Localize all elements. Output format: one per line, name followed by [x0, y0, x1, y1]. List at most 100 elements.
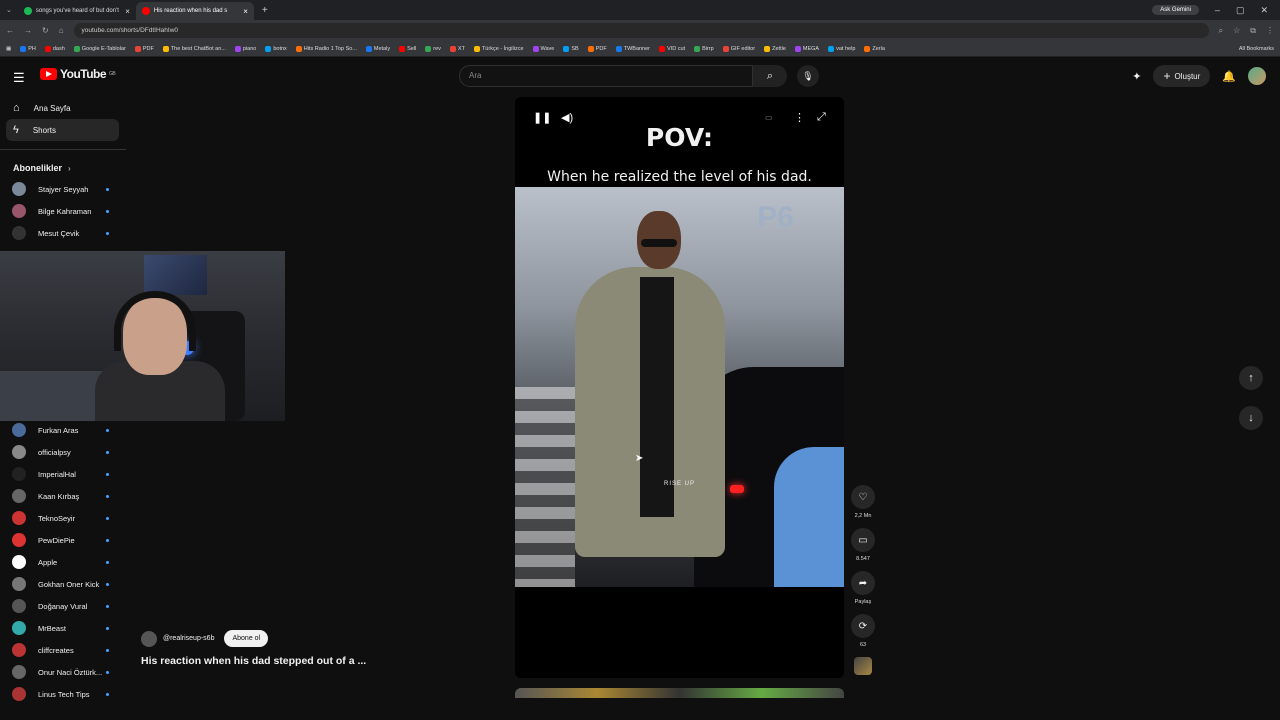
voice-search-button[interactable]: 🎙: [797, 65, 819, 87]
bookmark-item[interactable]: TWBanner: [615, 45, 650, 52]
forward-icon[interactable]: →: [24, 26, 32, 35]
subscription-item[interactable]: PewDiePie: [0, 529, 126, 551]
star-icon[interactable]: ☆: [1233, 26, 1240, 35]
bookmark-item[interactable]: PDF: [587, 45, 607, 52]
bookmark-item[interactable]: botnx: [265, 45, 287, 52]
bookmark-item[interactable]: Metaly: [365, 45, 391, 52]
subscription-item[interactable]: Kaan Kırbaş: [0, 485, 126, 507]
new-content-dot: [106, 560, 109, 564]
close-icon[interactable]: ×: [125, 7, 130, 16]
subscription-item[interactable]: Onur Naci Öztürk...: [0, 661, 126, 683]
cast-icon[interactable]: ✦: [1132, 70, 1141, 83]
create-button[interactable]: + Oluştur: [1153, 65, 1211, 87]
bookmark-item[interactable]: SB: [563, 45, 579, 52]
search-input[interactable]: Ara: [459, 65, 753, 87]
zoom-icon[interactable]: ⌕: [1219, 26, 1223, 36]
bookmark-item[interactable]: VID cut: [659, 45, 685, 52]
bookmark-favicon-icon: [722, 45, 729, 52]
bookmark-favicon-icon: [234, 45, 241, 52]
next-short-preview[interactable]: [515, 688, 844, 698]
all-bookmarks-button[interactable]: All Bookmarks: [1239, 46, 1274, 52]
bookmark-item[interactable]: Sell: [399, 45, 416, 52]
extensions-icon[interactable]: ⧉: [1250, 26, 1256, 36]
shorts-player[interactable]: ❚❚ ◀) ▭ ⋮ ⤢ POV: When he realized the le…: [515, 97, 844, 678]
subscription-item[interactable]: Bilge Kahraman: [0, 200, 126, 222]
previous-short-button[interactable]: ↑: [1239, 366, 1263, 390]
youtube-play-icon: [40, 68, 57, 80]
tab-search-icon[interactable]: ⌄: [0, 6, 18, 14]
close-window-icon[interactable]: ✕: [1260, 5, 1268, 16]
subscription-item[interactable]: Linus Tech Tips: [0, 683, 126, 705]
subscription-item[interactable]: Doğanay Vural: [0, 595, 126, 617]
subscribe-button[interactable]: Abone ol: [224, 630, 269, 647]
apps-icon[interactable]: ▦: [6, 46, 11, 52]
bookmark-item[interactable]: Birrp: [694, 45, 714, 52]
tab-songs[interactable]: songs you've heard of but don't ×: [18, 2, 136, 20]
subscriptions-header[interactable]: Abonelikler ›: [0, 158, 126, 178]
remix-button[interactable]: ⟳: [851, 614, 875, 638]
new-tab-button[interactable]: +: [254, 5, 276, 16]
youtube-icon: [141, 7, 150, 15]
maximize-icon[interactable]: ▢: [1236, 5, 1245, 16]
tab-youtube-short[interactable]: His reaction when his dad s ×: [135, 2, 254, 20]
home-icon[interactable]: ⌂: [59, 26, 64, 35]
subscription-item[interactable]: TeknoSeyir: [0, 507, 126, 529]
ask-gemini-button[interactable]: Ask Gemini: [1152, 5, 1199, 15]
share-icon: ➦: [858, 577, 868, 589]
bookmark-item[interactable]: Wave: [532, 45, 554, 52]
bookmark-item[interactable]: Hits Radio 1 Top So...: [295, 45, 357, 52]
bookmark-item[interactable]: Google E-Tablolar: [73, 45, 126, 52]
subscription-item[interactable]: MrBeast: [0, 617, 126, 639]
youtube-logo[interactable]: YouTube GB: [40, 67, 116, 81]
menu-kebab-icon[interactable]: ⋮: [1266, 26, 1274, 35]
bookmark-item[interactable]: rev: [425, 45, 441, 52]
sidebar-item-shorts[interactable]: ϟ Shorts: [6, 119, 119, 141]
subscription-item[interactable]: Mesut Çevik: [0, 222, 126, 244]
short-title[interactable]: His reaction when his dad stepped out of…: [141, 655, 366, 667]
channel-avatar: [12, 599, 26, 613]
bookmark-label: Metaly: [373, 45, 391, 52]
bookmark-item[interactable]: PDF: [134, 45, 154, 52]
bell-icon[interactable]: 🔔: [1222, 70, 1236, 83]
captions-icon[interactable]: ▭: [765, 113, 773, 122]
sidebar-item-home[interactable]: ⌂ Ana Sayfa: [0, 97, 119, 119]
subscription-item[interactable]: Gokhan Oner Kick: [0, 573, 126, 595]
chevron-right-icon: ›: [68, 163, 71, 173]
menu-icon[interactable]: ☰: [13, 70, 25, 86]
bookmark-item[interactable]: GIF editor: [722, 45, 755, 52]
bookmark-favicon-icon: [73, 45, 80, 52]
account-avatar[interactable]: [1248, 67, 1266, 85]
subscription-item[interactable]: officialpsy: [0, 441, 126, 463]
bookmark-favicon-icon: [20, 45, 27, 52]
subscription-item[interactable]: Apple: [0, 551, 126, 573]
subscription-item[interactable]: Stajyer Seyyah: [0, 178, 126, 200]
minimize-icon[interactable]: –: [1215, 5, 1220, 15]
comments-button[interactable]: ▭: [851, 528, 875, 552]
bookmark-item[interactable]: vat help: [828, 45, 855, 52]
channel-avatar[interactable]: [141, 630, 157, 647]
url-bar[interactable]: youtube.com/shorts/DFdtIHahIw0: [73, 23, 1209, 38]
search-button[interactable]: ⌕: [753, 65, 787, 87]
channel-sound-avatar[interactable]: [854, 657, 872, 675]
bookmark-item[interactable]: dash: [44, 45, 65, 52]
subscription-item[interactable]: cliffcreates: [0, 639, 126, 661]
close-icon[interactable]: ×: [243, 7, 248, 16]
share-button[interactable]: ➦: [851, 571, 875, 595]
bookmark-favicon-icon: [162, 45, 169, 52]
bookmark-item[interactable]: Zettle: [764, 45, 786, 52]
bookmark-item[interactable]: piano: [234, 45, 256, 52]
bookmark-item[interactable]: The best ChatBot an...: [162, 45, 226, 52]
subscription-item[interactable]: Furkan Aras: [0, 419, 126, 441]
bookmark-favicon-icon: [365, 45, 372, 52]
bookmark-item[interactable]: XT: [449, 45, 465, 52]
subscription-item[interactable]: ImperialHal: [0, 463, 126, 485]
bookmark-item[interactable]: MEGA: [794, 45, 819, 52]
reload-icon[interactable]: ↻: [42, 26, 49, 35]
back-icon[interactable]: ←: [6, 26, 14, 35]
bookmark-item[interactable]: Zerla: [864, 45, 885, 52]
bookmark-item[interactable]: PH: [20, 45, 36, 52]
bookmark-item[interactable]: Türkçe - İngilizce: [473, 45, 524, 52]
next-short-button[interactable]: ↓: [1239, 406, 1263, 430]
channel-handle[interactable]: @realriseup-s6b: [163, 635, 214, 642]
like-button[interactable]: ♡: [851, 485, 875, 509]
